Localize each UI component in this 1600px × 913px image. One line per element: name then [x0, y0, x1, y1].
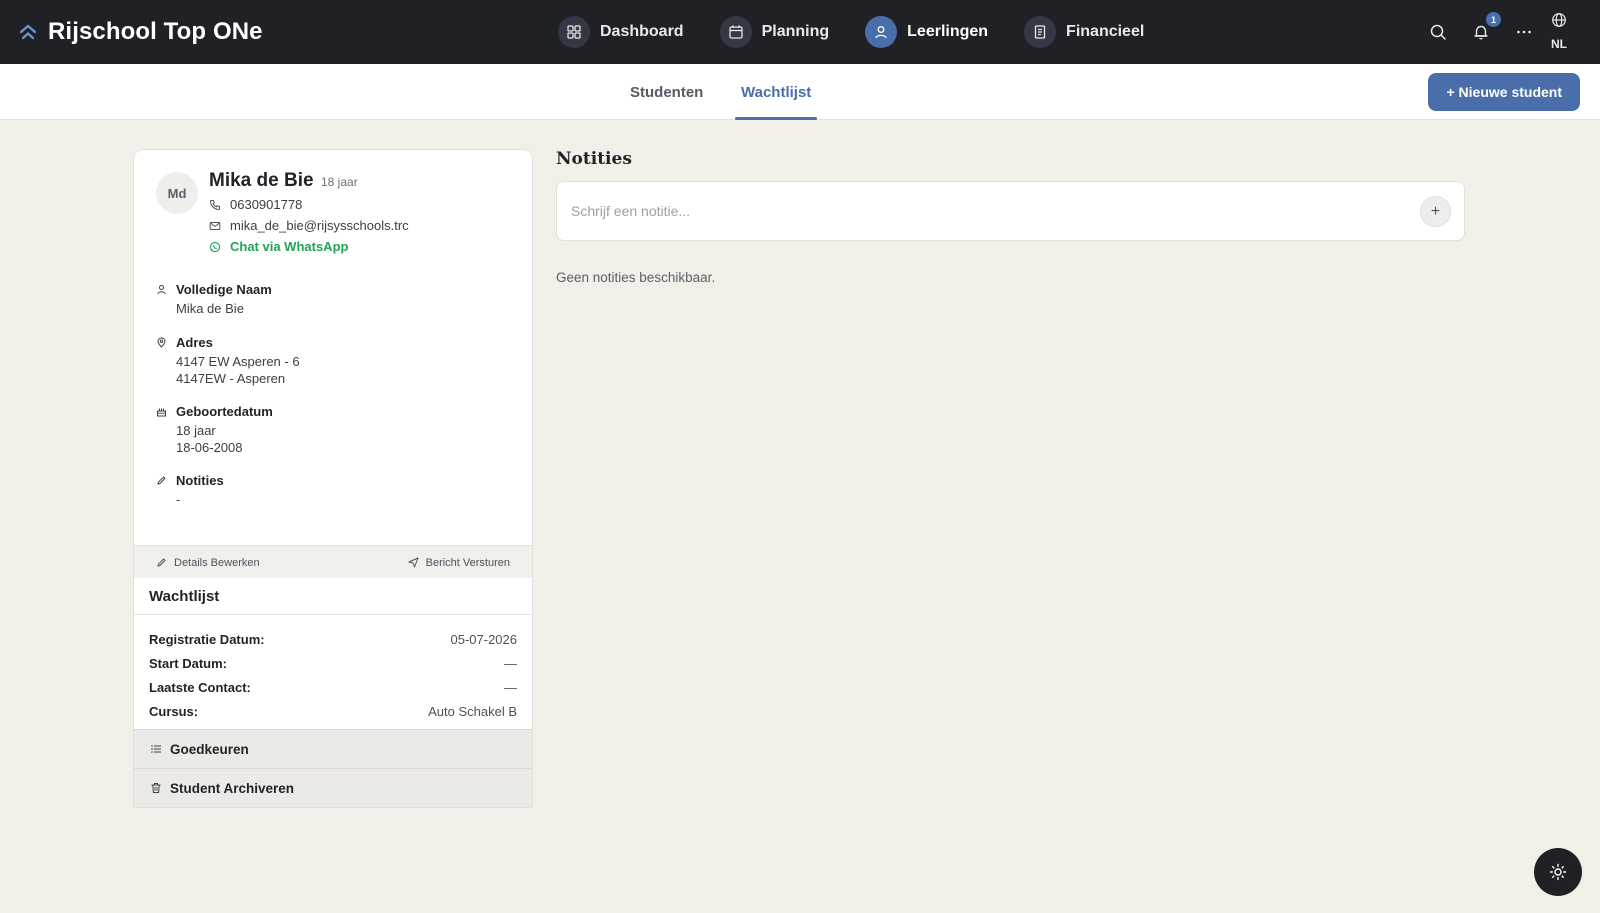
- waitlist-row-label: Start Datum:: [149, 655, 228, 671]
- theme-toggle-button[interactable]: [1534, 848, 1582, 896]
- nav-item-financieel[interactable]: Financieel: [1024, 16, 1144, 48]
- whatsapp-label: Chat via WhatsApp: [230, 239, 349, 254]
- note-composer: +: [556, 181, 1465, 241]
- note-input[interactable]: [571, 182, 1391, 240]
- student-card-footer: Details Bewerken Bericht Versturen: [134, 545, 532, 579]
- nav-label-dashboard: Dashboard: [600, 23, 684, 40]
- user-icon: [157, 285, 166, 295]
- detail-label: Notities: [176, 473, 224, 488]
- nav-item-leerlingen[interactable]: Leerlingen: [865, 16, 988, 48]
- tab-studenten[interactable]: Studenten: [630, 64, 703, 120]
- notes-empty-state: Geen notities beschikbaar.: [556, 270, 716, 285]
- student-card: Md Mika de Bie 18 jaar 0630901778 mika_d…: [133, 149, 533, 580]
- top-navigation-bar: Rijschool Top ONe Dashboard Planning Lee…: [0, 0, 1600, 64]
- sun-icon: [1549, 863, 1567, 881]
- more-options-icon[interactable]: [1512, 20, 1536, 44]
- student-card-body: Md Mika de Bie 18 jaar 0630901778 mika_d…: [134, 150, 532, 545]
- app-title: Rijschool Top ONe: [48, 18, 263, 45]
- student-email: mika_de_bie@rijsysschools.trc: [230, 218, 409, 233]
- detail-label: Adres: [176, 335, 213, 350]
- sub-header: Studenten Wachtlijst + Nieuwe student: [0, 64, 1600, 120]
- notification-badge: 1: [1486, 12, 1501, 27]
- detail-label: Volledige Naam: [176, 282, 272, 297]
- waitlist-title: Wachtlijst: [134, 578, 532, 615]
- nav-label-financieel: Financieel: [1066, 23, 1145, 40]
- receipt-icon: [1024, 16, 1057, 48]
- approve-button[interactable]: Goedkeuren: [134, 729, 532, 768]
- whatsapp-link[interactable]: Chat via WhatsApp: [209, 239, 409, 254]
- whatsapp-icon: [209, 241, 221, 252]
- brand-logo-icon: [19, 24, 37, 40]
- edit-details-label: Details Bewerken: [174, 556, 260, 569]
- user-icon: [865, 16, 898, 48]
- main-nav: Dashboard Planning Leerlingen Financieel: [558, 0, 1144, 64]
- location-pin-icon: [157, 337, 166, 348]
- list-icon: [151, 745, 161, 753]
- cake-icon: [157, 408, 166, 417]
- detail-value: 4147 EW Asperen - 6: [176, 354, 300, 369]
- student-name: Mika de Bie: [209, 170, 314, 191]
- send-message-button[interactable]: Bericht Versturen: [408, 557, 510, 569]
- language-code: NL: [1551, 37, 1567, 51]
- detail-value: -: [176, 492, 181, 507]
- waitlist-row-label: Registratie Datum:: [149, 631, 265, 647]
- tab-wachtlijst[interactable]: Wachtlijst: [734, 64, 818, 120]
- phone-icon: [209, 199, 220, 210]
- send-message-label: Bericht Versturen: [425, 556, 510, 569]
- waitlist-row: Laatste Contact: —: [149, 675, 517, 699]
- globe-icon: [1552, 13, 1566, 27]
- detail-value: Mika de Bie: [176, 301, 244, 316]
- avatar: Md: [156, 172, 198, 214]
- detail-value: 4147EW - Asperen: [176, 371, 286, 386]
- pencil-icon: [157, 558, 166, 567]
- detail-value: 18-06-2008: [176, 440, 243, 455]
- nav-item-dashboard[interactable]: Dashboard: [558, 16, 684, 48]
- student-phone: 0630901778: [230, 197, 303, 212]
- waitlist-row: Start Datum: —: [149, 651, 517, 675]
- waitlist-row-value: 05-07-2026: [450, 631, 518, 647]
- send-icon: [408, 557, 419, 568]
- email-row[interactable]: mika_de_bie@rijsysschools.trc: [209, 218, 409, 233]
- student-header: Mika de Bie 18 jaar 0630901778 mika_de_b…: [209, 170, 409, 254]
- trash-icon: [151, 783, 161, 793]
- nav-item-planning[interactable]: Planning: [719, 16, 830, 48]
- archive-student-label: Student Archiveren: [170, 780, 295, 796]
- waitlist-card: Wachtlijst Registratie Datum: 05-07-2026…: [133, 578, 533, 808]
- waitlist-row: Registratie Datum: 05-07-2026: [149, 627, 517, 651]
- brand[interactable]: Rijschool Top ONe: [18, 0, 263, 64]
- grid-icon: [558, 16, 590, 48]
- edit-details-button[interactable]: Details Bewerken: [156, 557, 260, 569]
- student-age: 18 jaar: [321, 175, 358, 189]
- archive-student-button[interactable]: Student Archiveren: [134, 768, 532, 807]
- detail-full-name: Volledige Naam Mika de Bie: [156, 282, 272, 317]
- waitlist-row: Cursus: Auto Schakel B: [149, 699, 517, 723]
- approve-label: Goedkeuren: [170, 741, 249, 757]
- detail-label: Geboortedatum: [176, 404, 273, 419]
- new-student-button[interactable]: + Nieuwe student: [1428, 73, 1580, 111]
- detail-notes: Notities -: [156, 473, 224, 508]
- waitlist-row-value: —: [504, 655, 517, 671]
- mail-icon: [209, 221, 221, 230]
- bell-icon[interactable]: 1: [1469, 12, 1501, 44]
- search-icon[interactable]: [1426, 20, 1450, 44]
- calendar-icon: [719, 16, 752, 48]
- waitlist-rows: Registratie Datum: 05-07-2026 Start Datu…: [134, 615, 532, 729]
- language-switcher[interactable]: NL: [1544, 12, 1574, 51]
- waitlist-row-value: —: [504, 679, 517, 695]
- waitlist-row-value: Auto Schakel B: [428, 703, 517, 719]
- add-note-button[interactable]: +: [1420, 196, 1451, 227]
- detail-address: Adres 4147 EW Asperen - 6 4147EW - Asper…: [156, 335, 300, 387]
- pencil-icon: [157, 476, 166, 485]
- detail-value: 18 jaar: [176, 423, 216, 438]
- notes-title: Notities: [556, 149, 632, 169]
- nav-label-planning: Planning: [761, 23, 830, 40]
- detail-birthdate: Geboortedatum 18 jaar 18-06-2008: [156, 404, 273, 456]
- waitlist-row-label: Cursus:: [149, 703, 199, 719]
- waitlist-row-label: Laatste Contact:: [149, 679, 251, 695]
- phone-row[interactable]: 0630901778: [209, 197, 409, 212]
- nav-label-leerlingen: Leerlingen: [907, 23, 989, 40]
